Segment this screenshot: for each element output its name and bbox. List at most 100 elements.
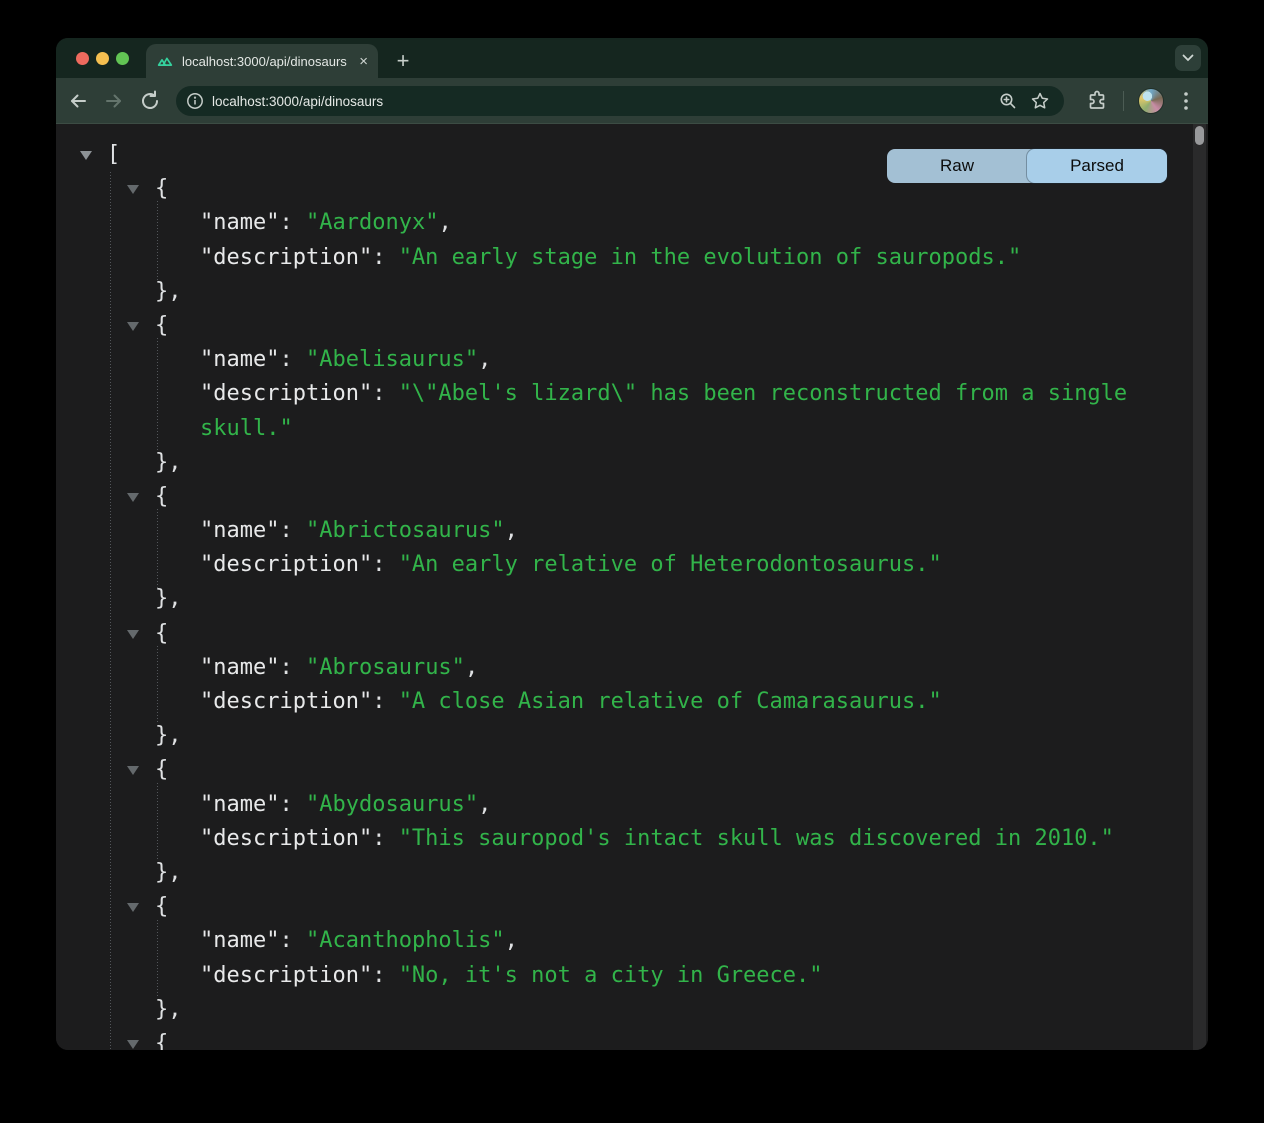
json-row: "name": "Abrosaurus", xyxy=(56,651,1208,685)
object-close-brace: }, xyxy=(155,860,182,885)
json-row: }, xyxy=(56,993,1208,1027)
json-row: { xyxy=(56,309,1208,343)
object-open-brace: { xyxy=(155,1031,168,1050)
json-colon: : xyxy=(279,792,306,817)
raw-button[interactable]: Raw xyxy=(887,149,1027,183)
reload-icon xyxy=(138,89,162,113)
dinosaur-description-value: "An early relative of Heterodontosaurus.… xyxy=(399,552,942,577)
collapse-toggle-icon[interactable] xyxy=(127,630,139,639)
profile-avatar[interactable] xyxy=(1138,88,1164,114)
json-row: "name": "Aardonyx", xyxy=(56,206,1208,240)
forward-button[interactable] xyxy=(102,89,126,113)
json-colon: : xyxy=(279,210,306,235)
tree-guide-line xyxy=(157,783,158,861)
json-colon: : xyxy=(372,963,399,988)
zoom-icon[interactable] xyxy=(998,91,1018,111)
json-key: "name" xyxy=(200,792,279,817)
object-open-brace: { xyxy=(155,176,168,201)
json-key: "description" xyxy=(200,963,372,988)
extensions-icon xyxy=(1085,89,1109,113)
json-row: { xyxy=(56,1027,1208,1050)
json-colon: : xyxy=(372,245,399,270)
json-key: "description" xyxy=(200,552,372,577)
reload-button[interactable] xyxy=(138,89,162,113)
json-comma: , xyxy=(438,210,451,235)
json-comma: , xyxy=(478,347,491,372)
object-open-brace: { xyxy=(155,894,168,919)
tab-strip: localhost:3000/api/dinosaurs × + xyxy=(56,38,1208,78)
json-key: "name" xyxy=(200,210,279,235)
object-close-brace: }, xyxy=(155,997,182,1022)
toolbar-divider xyxy=(1123,91,1124,111)
scrollbar-thumb[interactable] xyxy=(1195,126,1204,145)
json-row: "name": "Acanthopholis", xyxy=(56,924,1208,958)
extensions-button[interactable] xyxy=(1085,89,1109,113)
page-content: Raw Parsed [ { "name": "Aardonyx", "descrip… xyxy=(56,124,1208,1050)
collapse-toggle-icon[interactable] xyxy=(127,493,139,502)
tab-title: localhost:3000/api/dinosaurs xyxy=(182,54,351,69)
json-row: "description": "An early relative of Het… xyxy=(56,548,1208,582)
url-text[interactable]: localhost:3000/api/dinosaurs xyxy=(212,94,998,109)
json-colon: : xyxy=(279,347,306,372)
json-colon: : xyxy=(372,689,399,714)
json-tree: [ { "name": "Aardonyx", "description": "An … xyxy=(56,124,1208,1050)
object-close-brace: }, xyxy=(155,723,182,748)
json-comma: , xyxy=(465,655,478,680)
collapse-toggle-icon[interactable] xyxy=(80,151,92,160)
tab-localhost-dinosaurs[interactable]: localhost:3000/api/dinosaurs × xyxy=(146,44,378,78)
object-close-brace: }, xyxy=(155,450,182,475)
collapse-toggle-icon[interactable] xyxy=(127,322,139,331)
json-row: "description": "A close Asian relative o… xyxy=(56,685,1208,719)
dinosaur-description-value: skull." xyxy=(200,416,293,441)
three-dot-menu-icon xyxy=(1184,92,1188,110)
raw-parsed-toggle: Raw Parsed xyxy=(887,149,1167,183)
json-comma: , xyxy=(505,928,518,953)
json-key: "description" xyxy=(200,826,372,851)
tab-close-icon[interactable]: × xyxy=(359,54,368,69)
dinosaur-name-value: "Aardonyx" xyxy=(306,210,438,235)
json-row: }, xyxy=(56,582,1208,616)
tree-guide-line xyxy=(157,338,158,451)
dinosaur-name-value: "Abrictosaurus" xyxy=(306,518,505,543)
collapse-toggle-icon[interactable] xyxy=(127,1040,139,1049)
dinosaur-name-value: "Abelisaurus" xyxy=(306,347,478,372)
bookmark-star-icon[interactable] xyxy=(1030,91,1050,111)
site-info-icon[interactable] xyxy=(186,92,204,110)
collapse-toggle-icon[interactable] xyxy=(127,185,139,194)
json-colon: : xyxy=(372,826,399,851)
object-open-brace: { xyxy=(155,484,168,509)
collapse-toggle-icon[interactable] xyxy=(127,766,139,775)
scrollbar-track[interactable] xyxy=(1193,124,1206,1050)
back-icon xyxy=(66,89,90,113)
json-row: }, xyxy=(56,446,1208,480)
json-key: "description" xyxy=(200,381,372,406)
browser-menu-button[interactable] xyxy=(1174,89,1198,113)
root-bracket: [ xyxy=(107,142,120,167)
dinosaur-description-value: "This sauropod's intact skull was discov… xyxy=(399,826,1114,851)
object-open-brace: { xyxy=(155,757,168,782)
dinosaur-description-value: "No, it's not a city in Greece." xyxy=(399,963,823,988)
json-row: "name": "Abelisaurus", xyxy=(56,343,1208,377)
address-bar[interactable]: localhost:3000/api/dinosaurs xyxy=(176,86,1064,116)
json-key: "name" xyxy=(200,347,279,372)
back-button[interactable] xyxy=(66,89,90,113)
traffic-lights xyxy=(76,52,129,65)
collapse-toggle-icon[interactable] xyxy=(127,903,139,912)
json-colon: : xyxy=(372,381,399,406)
tab-favicon-icon xyxy=(156,52,174,70)
dinosaur-name-value: "Abrosaurus" xyxy=(306,655,465,680)
maximize-button[interactable] xyxy=(116,52,129,65)
parsed-button[interactable]: Parsed xyxy=(1027,149,1167,183)
json-colon: : xyxy=(372,552,399,577)
json-colon: : xyxy=(279,655,306,680)
tab-search-button[interactable] xyxy=(1175,45,1201,71)
toolbar: localhost:3000/api/dinosaurs xyxy=(56,78,1208,124)
tree-guide-line xyxy=(157,201,158,279)
minimize-button[interactable] xyxy=(96,52,109,65)
close-button[interactable] xyxy=(76,52,89,65)
object-close-brace: }, xyxy=(155,586,182,611)
new-tab-button[interactable]: + xyxy=(388,44,418,78)
json-row: "name": "Abydosaurus", xyxy=(56,788,1208,822)
json-row: { xyxy=(56,480,1208,514)
json-row: { xyxy=(56,753,1208,787)
